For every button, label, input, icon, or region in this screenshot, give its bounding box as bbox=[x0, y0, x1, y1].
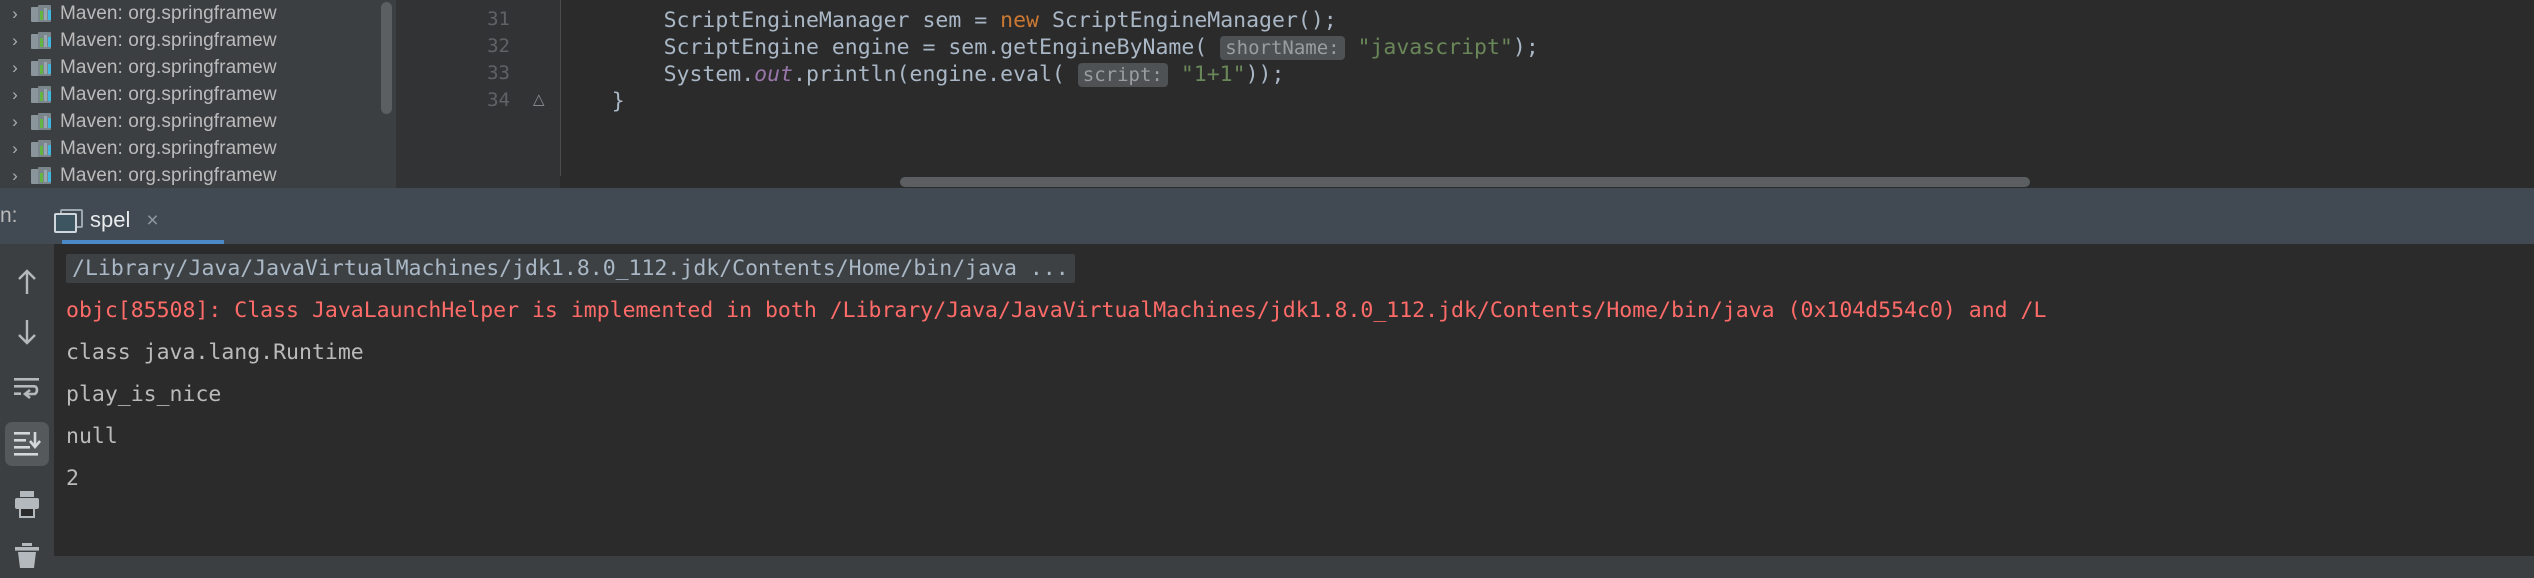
tree-item-label: Maven: org.springframew bbox=[60, 29, 277, 51]
library-icon bbox=[28, 58, 54, 77]
library-icon bbox=[28, 31, 54, 50]
tree-item-label: Maven: org.springframew bbox=[60, 164, 277, 186]
console-line-output: play_is_nice bbox=[66, 382, 222, 407]
tree-item-label: Maven: org.springframew bbox=[60, 137, 277, 159]
tab-label: spel bbox=[90, 207, 131, 232]
code-brace: } bbox=[611, 89, 625, 114]
tree-item-label: Maven: org.springframew bbox=[60, 56, 277, 78]
soft-wrap-icon[interactable] bbox=[5, 366, 49, 410]
tree-item[interactable]: › Maven: org.springframew bbox=[0, 0, 396, 27]
tree-item[interactable]: › Maven: org.springframew bbox=[0, 108, 396, 135]
console-line-output: 2 bbox=[66, 466, 79, 491]
code-keyword-new: new bbox=[1000, 8, 1039, 33]
code-editor[interactable]: 31 32 33 34 △ ScriptEngineManager sem = … bbox=[396, 0, 2534, 188]
maven-library-tree[interactable]: › Maven: org.springframew › Maven: org.s… bbox=[0, 0, 396, 188]
chevron-right-icon[interactable]: › bbox=[2, 140, 28, 157]
code-call: .println(engine.eval( bbox=[793, 62, 1078, 87]
code-string: "javascript" bbox=[1357, 35, 1513, 60]
run-tool-window-header: n: spel × bbox=[0, 188, 2534, 244]
tree-item-label: Maven: org.springframew bbox=[60, 110, 277, 132]
ide-window: › Maven: org.springframew › Maven: org.s… bbox=[0, 0, 2534, 568]
library-icon bbox=[28, 139, 54, 158]
code-tail: )); bbox=[1245, 62, 1285, 87]
editor-code-area[interactable]: ScriptEngineManager sem = new ScriptEngi… bbox=[560, 0, 2534, 188]
console-line-output: null bbox=[66, 424, 118, 449]
chevron-right-icon[interactable]: › bbox=[2, 86, 28, 103]
chevron-right-icon[interactable]: › bbox=[2, 32, 28, 49]
code-var: sem bbox=[922, 8, 962, 33]
scroll-to-end-icon[interactable] bbox=[5, 422, 49, 466]
line-number: 32 bbox=[487, 35, 510, 57]
code-line-33: System.out.println(engine.eval( script: … bbox=[560, 62, 1284, 87]
tree-item[interactable]: › Maven: org.springframew bbox=[0, 81, 396, 108]
console-toolbar[interactable] bbox=[0, 244, 55, 568]
editor-gutter: 31 32 33 34 bbox=[396, 0, 525, 188]
chevron-right-icon[interactable]: › bbox=[2, 113, 28, 130]
rerun-up-arrow-icon[interactable] bbox=[5, 260, 49, 304]
chevron-right-icon[interactable]: › bbox=[2, 5, 28, 22]
tree-item[interactable]: › Maven: org.springframew bbox=[0, 135, 396, 162]
chevron-right-icon[interactable]: › bbox=[2, 167, 28, 184]
code-fold-icon[interactable]: △ bbox=[533, 90, 545, 108]
editor-fold-bar[interactable]: △ bbox=[524, 0, 561, 188]
print-icon[interactable] bbox=[5, 482, 49, 526]
line-number: 34 bbox=[487, 89, 510, 111]
console-line-output: class java.lang.Runtime bbox=[66, 340, 364, 365]
code-tail: ); bbox=[1512, 35, 1539, 60]
tree-vertical-scrollbar[interactable] bbox=[381, 2, 392, 114]
console-line-command: /Library/Java/JavaVirtualMachines/jdk1.8… bbox=[66, 254, 1075, 283]
close-icon[interactable]: × bbox=[146, 210, 158, 231]
run-console-body: /Library/Java/JavaVirtualMachines/jdk1.8… bbox=[0, 244, 2534, 568]
code-ctor: ScriptEngineManager(); bbox=[1039, 8, 1337, 33]
library-icon bbox=[28, 112, 54, 131]
editor-horizontal-scrollbar[interactable] bbox=[900, 177, 2030, 187]
line-number: 33 bbox=[487, 62, 510, 84]
library-icon bbox=[28, 85, 54, 104]
trash-icon[interactable] bbox=[5, 534, 49, 578]
param-hint-shortname: shortName: bbox=[1220, 36, 1345, 60]
tree-item[interactable]: › Maven: org.springframew bbox=[0, 27, 396, 54]
library-icon bbox=[28, 4, 54, 23]
code-line-31: ScriptEngineManager sem = new ScriptEngi… bbox=[560, 8, 1337, 33]
code-eq: = bbox=[961, 8, 1001, 33]
rerun-down-arrow-icon[interactable] bbox=[5, 310, 49, 354]
code-field-out: out bbox=[754, 62, 794, 87]
tree-item[interactable]: › Maven: org.springframew bbox=[0, 54, 396, 81]
tree-item[interactable]: › Maven: org.springframew bbox=[0, 162, 396, 188]
top-split: › Maven: org.springframew › Maven: org.s… bbox=[0, 0, 2534, 188]
console-command-text: /Library/Java/JavaVirtualMachines/jdk1.8… bbox=[66, 254, 1075, 283]
library-icon bbox=[28, 166, 54, 185]
chevron-right-icon[interactable]: › bbox=[2, 59, 28, 76]
console-line-error: objc[85508]: Class JavaLaunchHelper is i… bbox=[66, 298, 2047, 323]
code-call: engine = sem.getEngineByName( bbox=[818, 35, 1221, 60]
tree-item-label: Maven: org.springframew bbox=[60, 83, 277, 105]
line-number: 31 bbox=[487, 8, 510, 30]
code-line-34: } bbox=[560, 89, 625, 114]
tree-item-label: Maven: org.springframew bbox=[60, 2, 277, 24]
code-string: "1+1" bbox=[1180, 62, 1246, 87]
editor-horizontal-scrollbar-track[interactable] bbox=[560, 176, 2534, 188]
run-tool-window: n: spel × /Library/Java/JavaVirtualMachi… bbox=[0, 188, 2534, 568]
code-line-32: ScriptEngine engine = sem.getEngineByNam… bbox=[560, 35, 1539, 60]
tab-spel[interactable]: spel × bbox=[54, 196, 159, 244]
run-window-label: n: bbox=[0, 204, 18, 227]
console-output[interactable]: /Library/Java/JavaVirtualMachines/jdk1.8… bbox=[54, 244, 2534, 556]
run-configuration-icon bbox=[54, 209, 83, 233]
code-type: ScriptEngineManager bbox=[663, 8, 910, 33]
code-system: System. bbox=[663, 62, 755, 87]
code-type: ScriptEngine bbox=[663, 35, 819, 60]
param-hint-script: script: bbox=[1077, 63, 1168, 87]
